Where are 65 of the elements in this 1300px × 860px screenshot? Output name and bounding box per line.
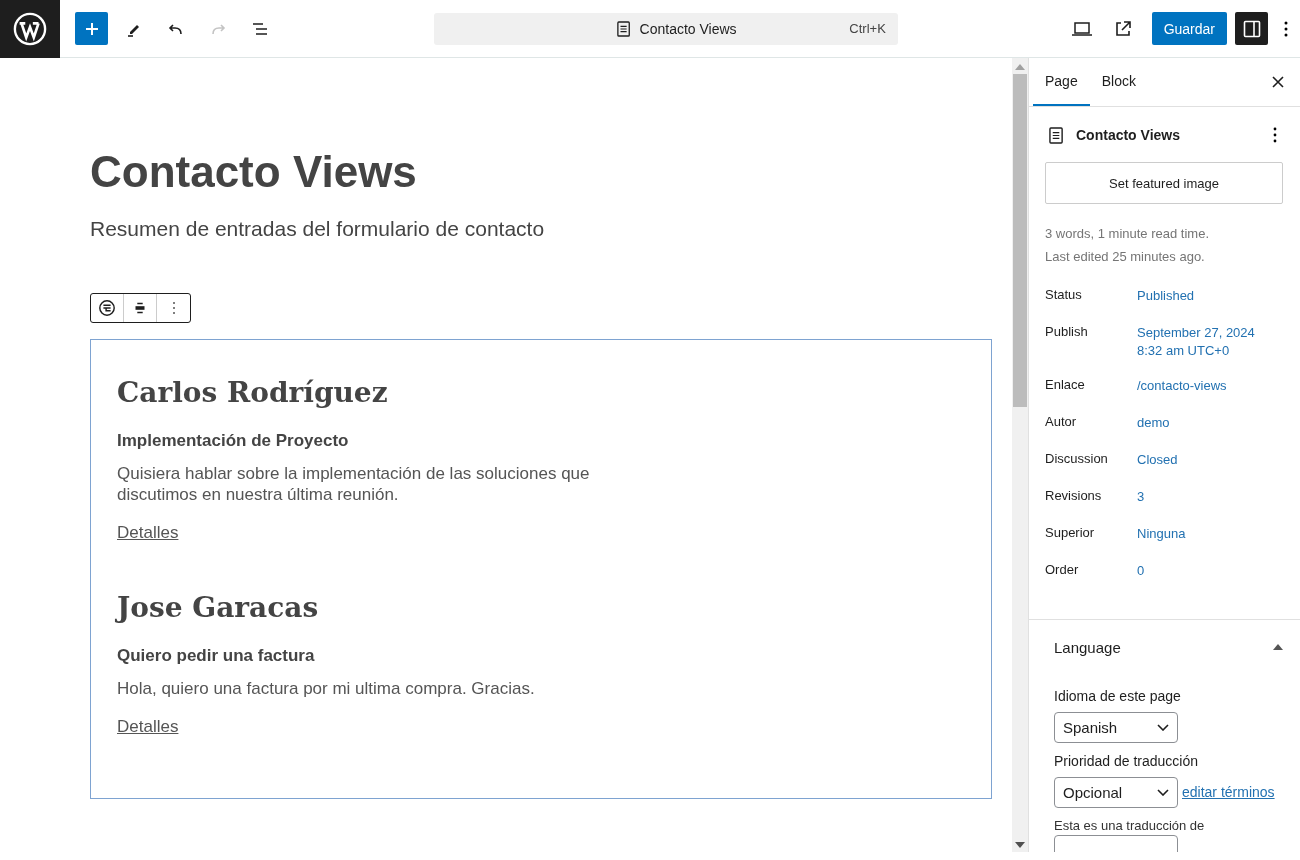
sidebar-icon xyxy=(1241,18,1262,39)
collapse-icon xyxy=(1273,644,1283,650)
entry-subject: Implementación de Proyecto xyxy=(117,430,350,451)
entry-title[interactable]: Jose Garacas xyxy=(117,590,965,624)
page-icon xyxy=(1049,126,1064,144)
document-info: 3 words, 1 minute read time. xyxy=(1045,225,1211,243)
language-select[interactable]: Spanish xyxy=(1054,712,1178,743)
field-label: Order xyxy=(1045,562,1080,579)
site-logo[interactable] xyxy=(0,0,60,58)
paragraph[interactable]: Resumen de entradas del formulario de contacto xyxy=(90,216,992,241)
field-value-link[interactable]: /contacto-views xyxy=(1137,377,1277,414)
scroll-up-icon xyxy=(1015,64,1025,70)
field-label: Status xyxy=(1045,287,1083,304)
details-link[interactable]: Detalles xyxy=(117,522,179,542)
entry-message: Hola, quiero una factura por mi ultima compra. Gracias. xyxy=(117,677,536,699)
settings-toggle[interactable] xyxy=(1235,12,1268,45)
field-value-link[interactable]: September 27, 2024 8:32 am UTC+0 xyxy=(1137,324,1277,377)
field-label: Discussion xyxy=(1045,451,1109,468)
close-icon xyxy=(1272,76,1284,88)
field-label: Autor xyxy=(1045,414,1078,431)
language-panel-toggle[interactable]: Language xyxy=(1054,620,1283,672)
document-title: Contacto Views xyxy=(1076,127,1180,143)
page-title: Contacto Views xyxy=(639,20,737,37)
document-info: Last edited 25 minutes ago. xyxy=(1045,248,1206,266)
wordpress-logo-icon xyxy=(13,11,47,46)
field-label: Publish xyxy=(1045,324,1089,341)
scroll-down-icon xyxy=(1015,842,1025,848)
page-icon xyxy=(616,20,631,37)
field-label: Enlace xyxy=(1045,377,1086,394)
field-label: Idioma de este page xyxy=(1054,688,1182,704)
page-title[interactable]: Contacto Views xyxy=(90,146,992,199)
edit-terms-link[interactable]: editar términos xyxy=(1182,783,1275,800)
field-value-link[interactable]: demo xyxy=(1137,414,1277,451)
field-value-link[interactable]: Closed xyxy=(1137,451,1277,488)
query-loop-icon xyxy=(98,298,116,317)
featured-image-button[interactable]: Set featured image xyxy=(1045,162,1283,204)
external-link-icon xyxy=(1113,18,1134,39)
more-vertical-icon xyxy=(1273,127,1277,143)
field-value-link[interactable]: 3 xyxy=(1137,488,1277,525)
field-label: Superior xyxy=(1045,525,1096,542)
field-value-link[interactable]: Published xyxy=(1137,287,1277,324)
add-button[interactable] xyxy=(75,12,108,45)
chevron-down-icon xyxy=(1157,789,1169,796)
field-value-link[interactable]: Ninguna xyxy=(1137,525,1277,562)
keyboard-shortcut: Ctrl+K xyxy=(849,21,886,36)
laptop-icon xyxy=(1071,19,1094,38)
sidebar-tab[interactable]: Page xyxy=(1033,58,1090,106)
field-label: Revisions xyxy=(1045,488,1103,505)
entry-subject: Quiero pedir una factura xyxy=(117,645,316,666)
more-vertical-icon xyxy=(1284,19,1288,38)
save-button[interactable]: Guardar xyxy=(1151,12,1227,45)
more-vertical-icon xyxy=(171,300,176,315)
priority-select[interactable]: Opcional xyxy=(1054,777,1178,808)
field-label: Prioridad de traducción xyxy=(1054,753,1199,769)
details-link[interactable]: Detalles xyxy=(117,716,179,736)
query-block[interactable] xyxy=(90,338,992,799)
scrollbar[interactable] xyxy=(1012,58,1028,852)
field-value-link[interactable]: 0 xyxy=(1137,562,1277,599)
entry-title[interactable]: Carlos Rodríguez xyxy=(117,375,965,409)
entry-message: Quisiera hablar sobre la implementación de las soluciones que discutimos en nuestra última reunión. xyxy=(117,462,591,505)
field-label: Esta es una traducción de xyxy=(1054,818,1206,833)
scrollbar-thumb[interactable] xyxy=(1013,74,1027,407)
command-bar[interactable]: Contacto Views Ctrl+K xyxy=(433,12,898,45)
chevron-down-icon xyxy=(1157,724,1169,731)
sidebar-tab[interactable]: Block xyxy=(1089,58,1148,106)
